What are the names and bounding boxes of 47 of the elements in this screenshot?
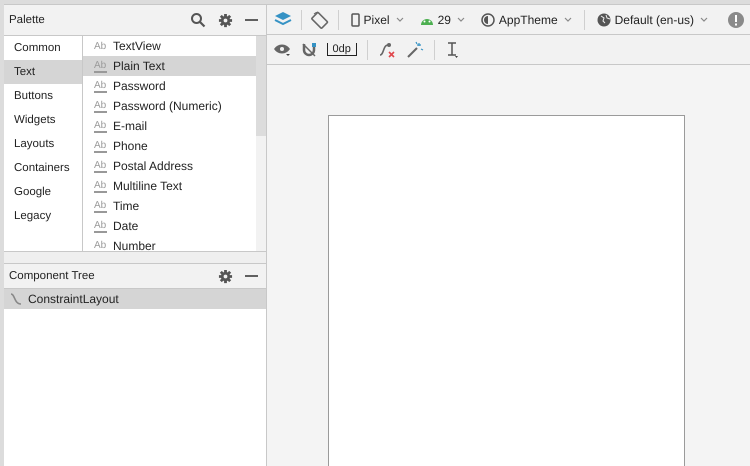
palette-item[interactable]: Ab Plain Text xyxy=(83,56,256,76)
device-dropdown[interactable]: Pixel xyxy=(346,12,408,26)
phone-icon xyxy=(350,12,360,26)
warning-icon[interactable] xyxy=(728,12,744,28)
category-item[interactable]: Layouts xyxy=(4,132,82,156)
category-item[interactable]: Buttons xyxy=(4,84,82,108)
theme-icon xyxy=(480,12,495,26)
theme-dropdown[interactable]: AppTheme xyxy=(476,12,576,26)
settings-icon[interactable] xyxy=(218,12,233,28)
eye-icon[interactable] xyxy=(272,42,291,56)
palette-item[interactable]: Ab Phone xyxy=(83,136,256,156)
caret-icon xyxy=(700,17,708,22)
minimize-icon[interactable] xyxy=(244,19,258,21)
palette-item[interactable]: Ab E-mail xyxy=(83,116,256,136)
scrollbar[interactable] xyxy=(256,36,266,251)
minimize-icon[interactable] xyxy=(244,275,258,277)
rotate-icon[interactable] xyxy=(310,10,330,30)
clear-constraints-icon[interactable] xyxy=(378,40,396,58)
category-item[interactable]: Widgets xyxy=(4,108,82,132)
text-widget-icon: Ab xyxy=(94,40,107,52)
palette-item[interactable]: Ab Postal Address xyxy=(83,156,256,176)
category-item[interactable]: Legacy xyxy=(4,204,82,228)
category-item[interactable]: Common xyxy=(4,36,82,60)
panel-title: Component Tree xyxy=(9,270,96,282)
settings-icon[interactable] xyxy=(218,268,233,284)
globe-icon xyxy=(596,12,611,26)
category-item[interactable]: Text xyxy=(4,60,82,84)
magnet-icon[interactable] xyxy=(300,42,317,58)
magic-wand-icon[interactable] xyxy=(406,40,424,58)
panel-title: Palette xyxy=(9,14,46,26)
api-level-dropdown[interactable]: 29 xyxy=(416,12,469,26)
caret-icon xyxy=(564,17,572,22)
palette-item[interactable]: Ab Password xyxy=(83,76,256,96)
caret-icon xyxy=(456,17,465,22)
category-item[interactable]: Containers xyxy=(4,156,82,180)
palette-item[interactable]: Ab TextView xyxy=(83,36,256,56)
margin-field[interactable]: 0dp xyxy=(326,43,357,56)
palette-item[interactable]: Ab Date xyxy=(83,216,256,236)
category-item[interactable]: Google xyxy=(4,180,82,204)
tree-item[interactable]: ConstraintLayout xyxy=(4,289,266,309)
search-icon[interactable] xyxy=(190,12,206,28)
caret-icon xyxy=(396,17,404,22)
palette-item[interactable]: Ab Multiline Text xyxy=(83,176,256,196)
locale-dropdown[interactable]: Default (en-us) xyxy=(592,12,712,26)
palette-item[interactable]: Ab Time xyxy=(83,196,256,216)
constraint-icon xyxy=(9,292,23,306)
palette-item[interactable]: Ab Password (Numeric) xyxy=(83,96,256,116)
